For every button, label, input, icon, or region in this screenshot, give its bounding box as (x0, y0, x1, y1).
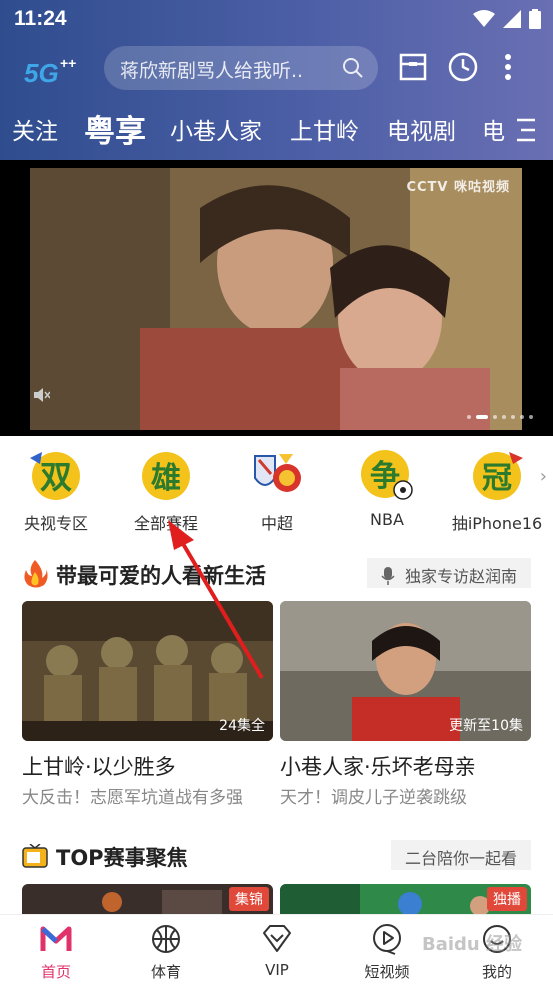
battery-icon (529, 9, 541, 29)
category-csl[interactable]: 中超 (227, 448, 327, 534)
video-card[interactable]: 更新至10集 小巷人家·乐坏老母亲 天才！调皮儿子逆袭跳级 (280, 601, 531, 808)
section-header: 带最可爱的人看新生活 独家专访赵润南 (0, 556, 553, 592)
carousel-dot (511, 415, 515, 419)
category-row: 双 央视专区 雄 全部赛程 中超 争 NBA 冠 抽iPhone16 › (0, 448, 553, 534)
search-icon[interactable] (342, 57, 364, 79)
chevron-right-icon[interactable]: › (540, 466, 547, 487)
app-logo[interactable]: 5G ++ (22, 50, 84, 88)
video-card[interactable]: 24集全 上甘岭·以少胜多 大反击！志愿军坑道战有多强 (22, 601, 273, 808)
nav-vip[interactable]: VIP (237, 923, 317, 979)
category-iphone-draw[interactable]: 冠 抽iPhone16 (447, 448, 547, 534)
tab-follow[interactable]: 关注 (12, 112, 58, 146)
nav-label: 首页 (40, 963, 71, 981)
category-label: 中超 (260, 514, 293, 533)
more-vertical-icon[interactable] (498, 50, 518, 84)
carousel-dot (493, 415, 497, 419)
banner-video[interactable]: CCTV 咪咕视频 (30, 168, 522, 430)
nav-label: 短视频 (364, 963, 410, 981)
vip-diamond-icon (263, 925, 291, 952)
fire-icon (24, 560, 48, 588)
svg-text:++: ++ (60, 55, 76, 71)
section-tag-label: 二台陪你一起看 (404, 849, 517, 868)
nav-sports[interactable]: 体育 (126, 923, 206, 982)
tab-shangganling[interactable]: 上甘岭 (290, 112, 359, 146)
banner-image (30, 168, 522, 430)
category-nba[interactable]: 争 NBA (337, 448, 437, 529)
category-all-schedule[interactable]: 雄 全部赛程 (116, 448, 216, 534)
section-tag-label: 独家专访赵润南 (404, 567, 517, 586)
hero-badge-icon: 雄 (142, 452, 190, 500)
section-tag-button[interactable]: 二台陪你一起看 (390, 840, 531, 870)
tab-yuexiang[interactable]: 粤享 (84, 106, 146, 151)
history-clock-icon[interactable] (446, 50, 480, 84)
highlight-badge: 集锦 (229, 887, 269, 911)
csl-club-logos-icon (254, 454, 301, 492)
section-tag-button[interactable]: 独家专访赵润南 (366, 558, 531, 588)
nav-label: 体育 (150, 963, 181, 981)
carousel-dot (467, 415, 471, 419)
section-title: TOP赛事聚焦 (56, 846, 188, 870)
video-card[interactable]: 独播 (280, 884, 531, 914)
video-thumbnail[interactable]: 独播 (280, 884, 531, 914)
status-time: 11:24 (14, 7, 67, 30)
svg-text:5G: 5G (24, 58, 59, 86)
carousel-dot (520, 415, 524, 419)
tab-tv-series[interactable]: 电视剧 (387, 112, 456, 146)
header: 11:24 5G ++ 蒋欣新剧骂人给我听.. 关注 粤享 小巷人家 上甘岭 电… (0, 0, 553, 160)
carousel-dot-active (476, 415, 488, 419)
section-header: TOP赛事聚焦 二台陪你一起看 (0, 838, 553, 874)
nav-home[interactable]: 首页 (16, 923, 96, 982)
search-input[interactable]: 蒋欣新剧骂人给我听.. (120, 56, 320, 83)
carousel-dot (502, 415, 506, 419)
nav-label: 我的 (481, 963, 512, 981)
category-label: NBA (370, 510, 404, 529)
microphone-icon (381, 567, 395, 585)
tab-more-partial[interactable]: 电 (482, 112, 505, 146)
status-icons (473, 9, 541, 29)
mute-icon[interactable] (34, 388, 50, 402)
video-title[interactable]: 小巷人家·乐坏老母亲 (280, 751, 531, 781)
category-cctv-zone[interactable]: 双 央视专区 (6, 448, 106, 534)
video-card[interactable]: 集锦 (22, 884, 273, 914)
video-thumbnail[interactable]: 更新至10集 (280, 601, 531, 741)
play-circle-icon (373, 924, 401, 955)
video-title[interactable]: 上甘岭·以少胜多 (22, 751, 273, 781)
svg-text:雄: 雄 (151, 461, 181, 496)
wifi-icon (473, 10, 495, 27)
banner-carousel[interactable]: CCTV 咪咕视频 (0, 160, 553, 436)
svg-text:冠: 冠 (482, 461, 512, 496)
svg-text:双: 双 (40, 458, 72, 496)
tab-menu-icon[interactable] (517, 116, 535, 144)
baidu-watermark: Baidu 经验 (422, 934, 523, 955)
category-label: 全部赛程 (133, 514, 198, 533)
champion-badge-icon: 冠 (473, 452, 523, 500)
category-label: 央视专区 (23, 514, 88, 533)
video-thumbnail[interactable]: 集锦 (22, 884, 273, 914)
carousel-dot (529, 415, 533, 419)
tv-icon (22, 844, 48, 868)
category-label: 抽iPhone16 (451, 514, 543, 533)
tab-xiaoxiang[interactable]: 小巷人家 (170, 112, 262, 146)
nav-short-video[interactable]: 短视频 (347, 923, 427, 982)
episode-badge: 24集全 (219, 718, 265, 734)
exclusive-badge: 独播 (487, 887, 527, 911)
video-thumbnail[interactable]: 24集全 (22, 601, 273, 741)
video-subtitle: 天才！调皮儿子逆袭跳级 (280, 788, 467, 808)
contest-badge-icon: 争 (361, 450, 413, 500)
carousel-indicator (467, 415, 533, 419)
nav-label: VIP (265, 961, 289, 979)
signal-icon (503, 10, 521, 28)
status-bar: 11:24 (0, 0, 553, 38)
basketball-icon (152, 925, 180, 953)
search-bar[interactable]: 蒋欣新剧骂人给我听.. (104, 46, 378, 90)
top-bar: 5G ++ 蒋欣新剧骂人给我听.. (0, 40, 553, 96)
episode-badge: 更新至10集 (449, 718, 523, 734)
section-title: 带最可爱的人看新生活 (56, 564, 266, 588)
channel-watermark: CCTV 咪咕视频 (406, 180, 510, 195)
cache-box-icon[interactable] (396, 50, 430, 84)
channel-tabs: 关注 粤享 小巷人家 上甘岭 电视剧 电 (0, 104, 553, 156)
home-m-icon (40, 926, 72, 951)
double-badge-icon: 双 (30, 452, 80, 500)
video-subtitle: 大反击！志愿军坑道战有多强 (22, 788, 243, 808)
